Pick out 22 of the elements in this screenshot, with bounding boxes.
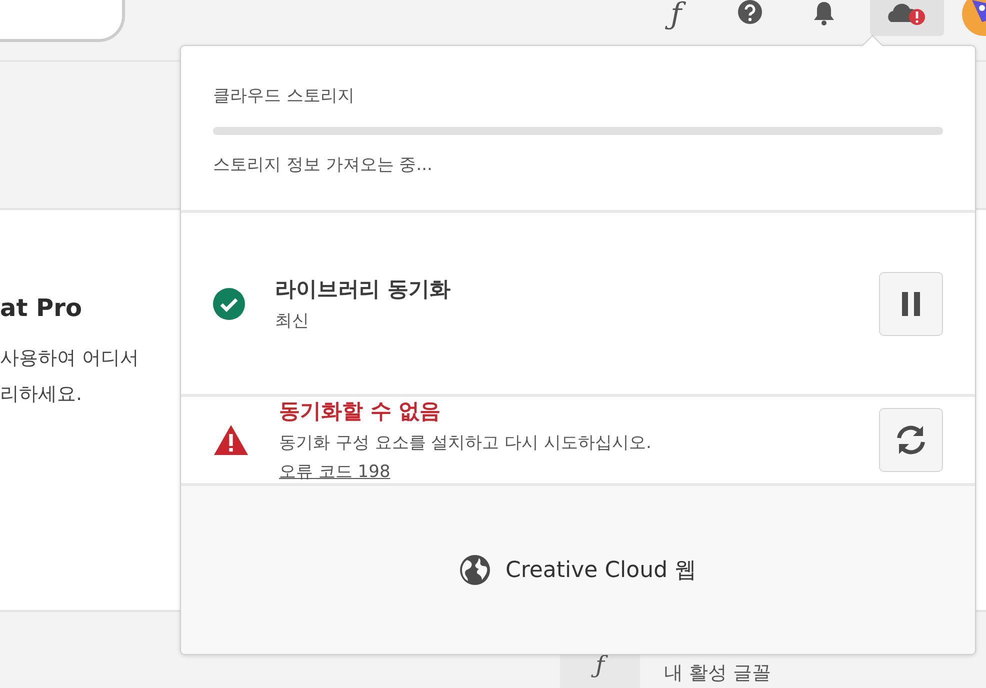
fonts-label[interactable]: 내 활성 글꼴 bbox=[664, 660, 772, 688]
pause-button[interactable] bbox=[879, 272, 943, 336]
retry-button[interactable] bbox=[879, 408, 943, 472]
refresh-icon bbox=[894, 423, 928, 457]
globe-icon bbox=[459, 554, 492, 586]
sync-message: 동기화 구성 요소를 설치하고 다시 시도하십시오. bbox=[279, 432, 652, 454]
sync-title: 동기화할 수 없음 bbox=[279, 398, 442, 425]
card-text: 리하세요. bbox=[0, 382, 82, 407]
sync-title: 라이브러리 동기화 bbox=[275, 276, 452, 303]
storage-title: 클라우드 스토리지 bbox=[213, 85, 356, 107]
bell-icon bbox=[811, 1, 837, 27]
cloud-status-button[interactable] bbox=[870, 0, 944, 36]
storage-status: 스토리지 정보 가져오는 중... bbox=[213, 154, 434, 176]
web-link[interactable]: Creative Cloud 웹 bbox=[459, 554, 697, 586]
web-link-label[interactable]: Creative Cloud 웹 bbox=[505, 555, 697, 585]
error-code-link[interactable]: 오류 코드 198 bbox=[279, 460, 390, 483]
card-text: 사용하여 어디서 bbox=[0, 346, 140, 371]
search-field[interactable] bbox=[0, 0, 125, 42]
sync-message: 최신 bbox=[275, 310, 310, 332]
pause-icon bbox=[900, 290, 922, 316]
fonts-button[interactable]: ƒ bbox=[648, 0, 704, 36]
card-title: at Pro bbox=[0, 294, 82, 322]
